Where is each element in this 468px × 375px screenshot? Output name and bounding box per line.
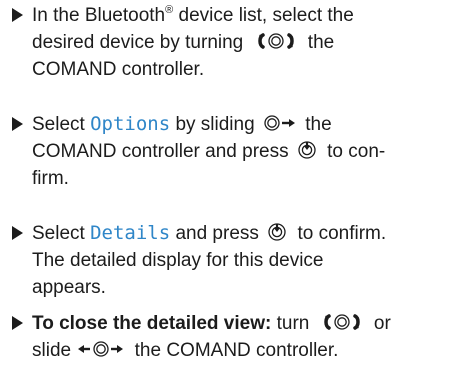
text: The detailed display for this device [32, 250, 324, 271]
text: COMAND controller. [32, 59, 205, 80]
text: desired device by turning [32, 32, 249, 53]
instruction-page: In the Bluetooth® device list, select th… [0, 0, 468, 375]
text: Select [32, 223, 91, 244]
text: turn [271, 313, 315, 334]
step-2-line-3: firm. [12, 165, 456, 192]
instruction-step-4: To close the detailed view: turn or slid… [12, 310, 456, 364]
controller-slide-left-right-icon [76, 340, 126, 358]
close-view-heading: To close the detailed view: [32, 313, 272, 334]
text: to confirm. [292, 223, 387, 244]
text: Select [32, 114, 91, 135]
text: and press [170, 223, 265, 244]
step-1-line-2: desired device by turning the [12, 29, 456, 56]
text: by sliding [170, 114, 260, 135]
text: to con- [321, 141, 386, 162]
text: appears. [32, 277, 106, 298]
text: COMAND controller and press [32, 141, 294, 162]
text: or [368, 313, 391, 334]
text: device list, select the [173, 5, 354, 26]
step-3-line-2: The detailed display for this device [12, 247, 456, 274]
step-4-line-2: slide the COMAND controller. [12, 337, 456, 364]
bullet-triangle-icon [12, 117, 23, 131]
text: slide [32, 340, 77, 361]
step-1-line-3: COMAND controller. [12, 56, 456, 83]
registered-mark: ® [165, 3, 174, 16]
bullet-triangle-icon [12, 8, 23, 22]
bullet-triangle-icon [12, 226, 23, 240]
text: firm. [32, 168, 69, 189]
step-1-line-1: In the Bluetooth® device list, select th… [12, 2, 456, 29]
instruction-step-2: Select Options by sliding the COMAND con… [12, 111, 456, 192]
controller-press-icon [266, 222, 288, 242]
step-2-line-2: COMAND controller and press to con- [12, 138, 456, 165]
options-menu-term: Options [90, 113, 171, 135]
bullet-triangle-icon [12, 316, 23, 330]
details-menu-term: Details [90, 222, 171, 244]
step-3-line-1: Select Details and press to confirm. [12, 220, 456, 247]
instruction-step-3: Select Details and press to confirm. The… [12, 220, 456, 301]
step-3-line-3: appears. [12, 274, 456, 301]
controller-press-icon [296, 140, 318, 160]
controller-slide-right-icon [261, 114, 297, 132]
step-2-line-1: Select Options by sliding the [12, 111, 456, 138]
text: the [302, 32, 335, 53]
text: the COMAND controller. [129, 340, 339, 361]
text: In the Bluetooth [32, 5, 166, 26]
text: the [299, 114, 332, 135]
instruction-step-1: In the Bluetooth® device list, select th… [12, 2, 456, 83]
controller-turn-icon [254, 32, 298, 50]
step-4-line-1: To close the detailed view: turn or [12, 310, 456, 337]
controller-turn-icon [320, 313, 364, 331]
